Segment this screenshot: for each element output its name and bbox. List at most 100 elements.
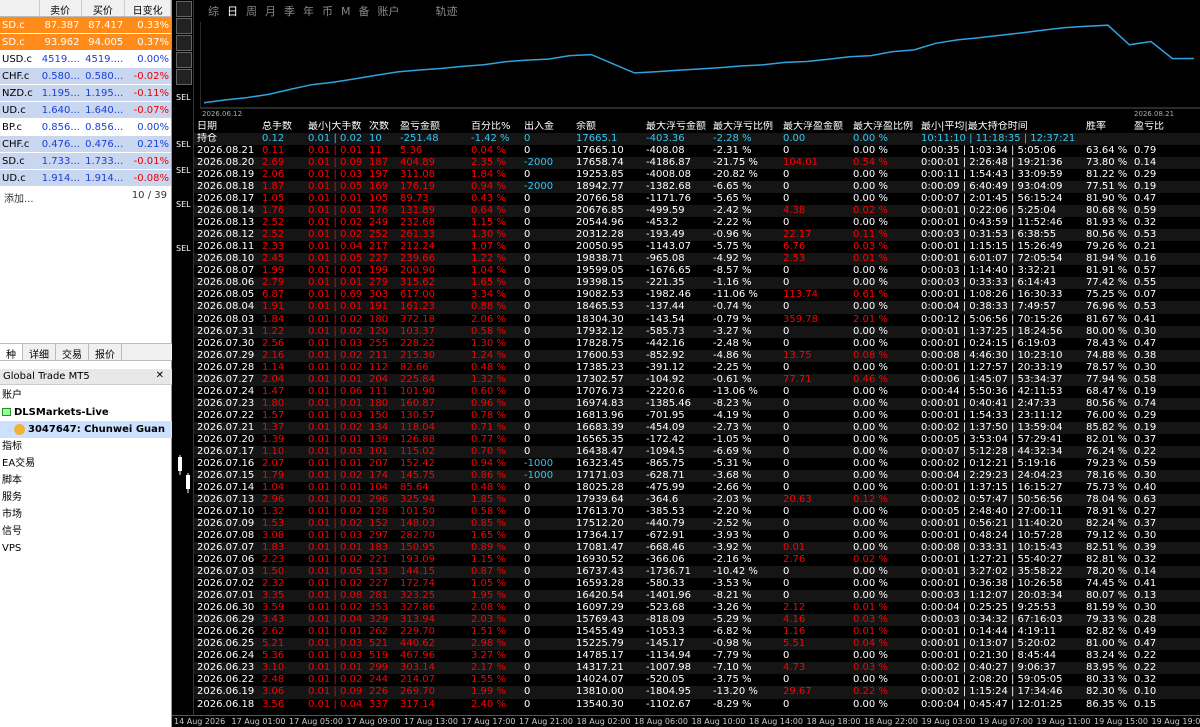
cell-date: 2026.06.23 xyxy=(197,662,255,674)
table-row[interactable]: 2026.06.18 3.56 0.01 | 0.04 337 317.14 2.40 %… xyxy=(194,699,1200,711)
table-row[interactable]: 2026.08.04 1.91 0.01 | 0.01 191 161.23 0.88 %… xyxy=(194,301,1200,314)
table-row[interactable]: 2026.08.12 2.52 0.01 | 0.02 252 261.33 1.30 %… xyxy=(194,229,1200,242)
nav-server[interactable]: DLSMarkets-Live xyxy=(0,404,172,421)
table-row[interactable]: 2026.07.28 1.14 0.01 | 0.02 112 82.66 0.48 % 0… xyxy=(194,362,1200,374)
nav-account[interactable]: 3047647: Chunwei Guan xyxy=(0,421,172,438)
cell-max-float-loss-pct: -11.06 % xyxy=(713,289,758,301)
nav-services[interactable]: 服务 xyxy=(0,489,172,506)
table-row[interactable]: 2026.07.08 3.08 0.01 | 0.03 297 282.70 1.65 %… xyxy=(194,530,1200,542)
table-row[interactable]: 2026.07.02 2.32 0.01 | 0.02 227 172.74 1.05 %… xyxy=(194,578,1200,590)
table-row[interactable]: 2026.07.07 1.83 0.01 | 0.01 183 150.95 0.89 %… xyxy=(194,542,1200,555)
table-row[interactable]: 2026.08.05 6.87 0.01 | 0.69 303 617.00 3.34 %… xyxy=(194,289,1200,301)
table-row[interactable]: 2026.07.10 1.32 0.01 | 0.02 128 101.50 0.58 %… xyxy=(194,506,1200,518)
period-tab-10[interactable]: 轨迹 xyxy=(434,3,460,19)
symbol-row[interactable]: CHF.c 0.580... 0.580... -0.02% xyxy=(0,68,171,85)
table-row[interactable]: 2026.06.29 3.43 0.01 | 0.04 329 313.94 2.03 %… xyxy=(194,614,1200,627)
table-row[interactable]: 2026.08.19 2.06 0.01 | 0.03 197 311.08 1.84 %… xyxy=(194,169,1200,181)
close-icon[interactable]: ✕ xyxy=(156,370,164,381)
table-row[interactable]: 2026.07.03 1.50 0.01 | 0.05 133 144.15 0.87 %… xyxy=(194,566,1200,579)
symbol-row[interactable]: NZD.c 1.195... 1.195... -0.11% xyxy=(0,85,171,102)
table-row[interactable]: 2026.07.20 1.39 0.01 | 0.01 139 126.88 0.77 %… xyxy=(194,434,1200,446)
table-row[interactable]: 2026.08.07 1.99 0.01 | 0.01 199 200.90 1.04 %… xyxy=(194,265,1200,277)
cell-max-float-gain-pct: 0.00 % xyxy=(853,361,888,373)
table-row[interactable]: 2026.07.17 1.10 0.01 | 0.03 101 115.02 0.70 %… xyxy=(194,445,1200,458)
symbol-row[interactable]: BP.c 0.856... 0.856... 0.00% xyxy=(0,119,171,136)
col-bid[interactable]: 卖价 xyxy=(40,0,82,17)
period-tab-9[interactable]: 账户 xyxy=(376,3,402,19)
table-row[interactable]: 2026.07.27 2.04 0.01 | 0.01 204 225.84 1.32 %… xyxy=(194,373,1200,386)
table-row[interactable]: 2026.07.22 1.57 0.01 | 0.03 150 130.57 0.78 %… xyxy=(194,410,1200,422)
tool-icon-5[interactable] xyxy=(176,69,192,85)
table-row[interactable]: 2026.08.10 2.45 0.01 | 0.05 227 239.66 1.22 %… xyxy=(194,253,1200,266)
col-change[interactable]: 日变化 xyxy=(125,0,171,17)
nav-market[interactable]: 市场 xyxy=(0,506,172,523)
tool-icon-2[interactable] xyxy=(176,18,192,34)
period-tab-8[interactable]: 备 xyxy=(357,3,372,19)
symbol-row[interactable]: SD.c 1.733... 1.733... -0.01% xyxy=(0,153,171,170)
table-row[interactable]: 2026.07.29 2.16 0.01 | 0.02 211 215.30 1.24 %… xyxy=(194,349,1200,362)
table-row[interactable]: 2026.08.03 1.84 0.01 | 0.02 180 372.18 2.06 %… xyxy=(194,314,1200,326)
cell-pnl: 115.02 xyxy=(400,445,435,457)
nav-scripts[interactable]: 脚本 xyxy=(0,472,172,489)
table-row[interactable]: 2026.07.23 1.80 0.01 | 0.01 180 160.87 0.96 %… xyxy=(194,397,1200,410)
col-symbol[interactable] xyxy=(0,0,40,16)
symbol-row[interactable]: CHF.c 0.476... 0.476... 0.21% xyxy=(0,136,171,153)
table-row[interactable]: 2026.07.14 1.04 0.01 | 0.01 104 85.64 0.48 % 0… xyxy=(194,482,1200,494)
table-row[interactable]: 2026.08.21 0.11 0.01 | 0.01 11 5.36 0.04 % 0 17… xyxy=(194,145,1200,157)
table-row[interactable]: 2026.07.01 3.35 0.01 | 0.08 281 323.25 1.95 %… xyxy=(194,590,1200,603)
table-row[interactable]: 2026.06.24 5.36 0.01 | 0.03 519 467.96 3.27 %… xyxy=(194,650,1200,662)
symbol-row[interactable]: UD.c 1.640... 1.640... -0.07% xyxy=(0,102,171,119)
cell-pl-ratio: 0.13 xyxy=(1134,590,1157,602)
table-row[interactable]: 2026.06.30 3.59 0.01 | 0.02 353 327.86 2.08 %… xyxy=(194,602,1200,614)
table-row[interactable]: 2026.06.22 2.48 0.01 | 0.02 244 214.07 1.55 %… xyxy=(194,674,1200,686)
nav-accounts[interactable]: 账户 xyxy=(0,387,172,404)
table-row[interactable]: 2026.06.23 3.10 0.01 | 0.01 299 303.14 2.17 %… xyxy=(194,662,1200,675)
table-row[interactable]: 2026.07.31 1.22 0.01 | 0.02 120 103.37 0.58 %… xyxy=(194,325,1200,338)
nav-experts[interactable]: EA交易 xyxy=(0,455,172,472)
table-row[interactable]: 2026.06.26 2.62 0.01 | 0.01 262 229.70 1.51 %… xyxy=(194,626,1200,638)
table-row[interactable]: 2026.07.30 2.56 0.01 | 0.03 255 228.22 1.30 %… xyxy=(194,338,1200,350)
nav-vps[interactable]: VPS xyxy=(0,540,172,557)
nav-signals[interactable]: 信号 xyxy=(0,523,172,540)
table-row[interactable]: 2026.06.25 5.21 0.01 | 0.03 521 440.62 2.98 %… xyxy=(194,638,1200,651)
table-row[interactable]: 2026.07.21 1.37 0.01 | 0.02 134 118.04 0.71 %… xyxy=(194,421,1200,434)
period-tab-7[interactable]: M xyxy=(339,5,353,18)
tab-symbols[interactable]: 种 xyxy=(0,344,23,361)
table-row[interactable]: 2026.08.06 2.79 0.01 | 0.01 279 315.62 1.65 %… xyxy=(194,277,1200,290)
period-tab-1[interactable]: 日 xyxy=(225,3,240,19)
col-ask[interactable]: 买价 xyxy=(82,0,126,17)
cell-count: 217 xyxy=(369,241,389,253)
period-tab-3[interactable]: 月 xyxy=(263,3,278,19)
table-row[interactable]: 2026.07.06 2.23 0.01 | 0.02 221 193.09 1.15 %… xyxy=(194,554,1200,566)
table-row[interactable]: 2026.07.15 1.79 0.01 | 0.02 174 145.75 0.86 %… xyxy=(194,469,1200,482)
table-row[interactable]: 2026.07.24 1.47 0.01 | 0.06 111 101.90 0.60 %… xyxy=(194,386,1200,398)
tab-details[interactable]: 详细 xyxy=(23,344,56,361)
table-row[interactable]: 2026.08.14 1.76 0.01 | 0.01 176 131.89 0.64 %… xyxy=(194,205,1200,218)
period-tab-2[interactable]: 周 xyxy=(244,3,259,19)
table-row[interactable]: 2026.07.16 2.07 0.01 | 0.01 207 152.42 0.94 %… xyxy=(194,458,1200,470)
table-row[interactable]: 2026.08.17 1.05 0.01 | 0.01 105 89.73 0.43 % 0… xyxy=(194,193,1200,205)
table-row[interactable]: 2026.07.09 1.53 0.01 | 0.02 152 148.03 0.85 %… xyxy=(194,518,1200,531)
add-symbol-link[interactable]: 添加... xyxy=(4,190,34,205)
table-row[interactable]: 2026.08.13 2.52 0.01 | 0.02 249 232.68 1.15 %… xyxy=(194,217,1200,229)
table-row[interactable]: 2026.08.18 1.87 0.01 | 0.05 169 176.19 0.94 %… xyxy=(194,181,1200,194)
tool-icon-3[interactable] xyxy=(176,35,192,51)
tool-icon-1[interactable] xyxy=(176,1,192,17)
period-tab-0[interactable]: 综 xyxy=(206,3,221,19)
period-tab-6[interactable]: 币 xyxy=(320,3,335,19)
tab-trading[interactable]: 交易 xyxy=(56,344,89,361)
nav-indicators[interactable]: 指标 xyxy=(0,438,172,455)
tab-ticks[interactable]: 报价 xyxy=(89,344,122,361)
period-tab-4[interactable]: 季 xyxy=(282,3,297,19)
table-row[interactable]: 2026.08.11 2.33 0.01 | 0.04 217 212.24 1.07 %… xyxy=(194,241,1200,253)
cell-percent: 1.85 % xyxy=(471,493,506,505)
table-row[interactable]: 2026.08.20 2.69 0.01 | 0.09 187 404.89 2.35 %… xyxy=(194,157,1200,170)
tool-icon-4[interactable] xyxy=(176,52,192,68)
symbol-row[interactable]: UD.c 1.914... 1.914... -0.08% xyxy=(0,170,171,187)
table-row[interactable]: 2026.07.13 2.96 0.01 | 0.01 296 325.94 1.85 %… xyxy=(194,493,1200,506)
table-row[interactable]: 2026.06.19 3.06 0.01 | 0.09 226 269.70 1.99 %… xyxy=(194,686,1200,699)
symbol-row[interactable]: SD.c 93.962 94.005 0.37% xyxy=(0,34,171,51)
symbol-row[interactable]: USD.c 4519.... 4519.... 0.00% xyxy=(0,51,171,68)
period-tab-5[interactable]: 年 xyxy=(301,3,316,19)
symbol-row[interactable]: SD.c 87.387 87.417 0.33% xyxy=(0,17,171,34)
